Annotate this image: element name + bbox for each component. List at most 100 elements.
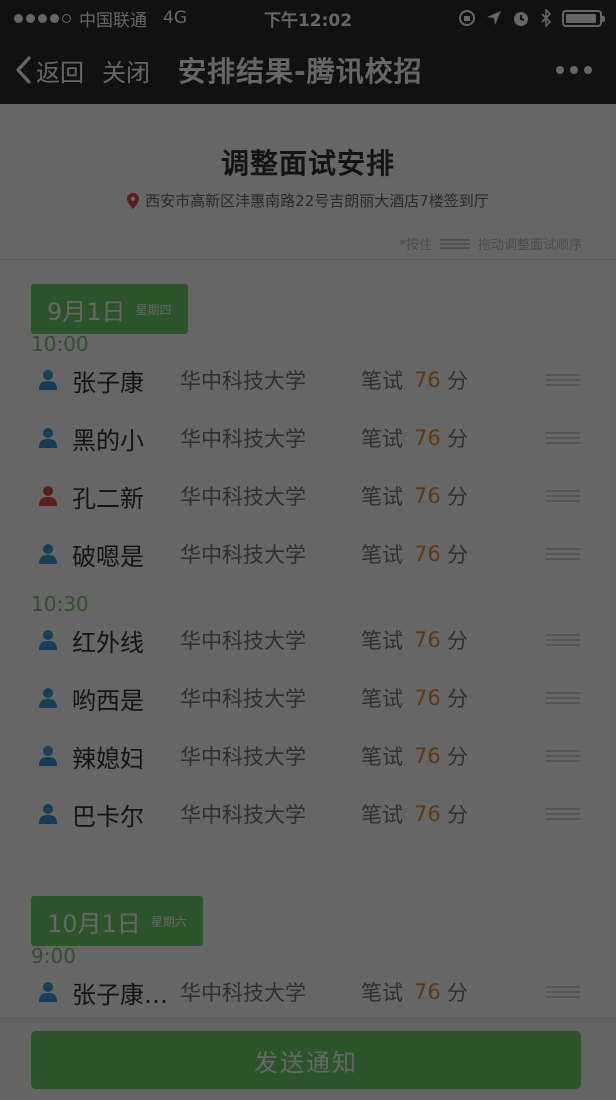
candidate-name: 张子康 bbox=[72, 368, 144, 397]
drag-handle-icon[interactable] bbox=[546, 692, 580, 704]
more-dot-icon bbox=[584, 66, 592, 74]
score-unit: 分 bbox=[447, 629, 468, 653]
more-options-button[interactable] bbox=[556, 66, 592, 74]
exam-label: 笔试 bbox=[361, 745, 403, 769]
close-button[interactable]: 关闭 bbox=[102, 53, 150, 88]
hint-prefix: *按住 bbox=[399, 238, 432, 253]
score-unit: 分 bbox=[447, 485, 468, 509]
drag-handle-icon[interactable] bbox=[546, 432, 580, 444]
more-dot-icon bbox=[556, 66, 564, 74]
person-icon bbox=[39, 630, 57, 650]
orientation-lock-icon bbox=[459, 10, 475, 26]
back-label: 返回 bbox=[36, 58, 84, 87]
drag-handle-icon[interactable] bbox=[546, 490, 580, 502]
carrier-label: 中国联通 bbox=[79, 10, 147, 31]
person-icon bbox=[39, 982, 57, 1002]
candidate-row[interactable]: 黑的小 华中科技大学 笔试 76 分 bbox=[0, 418, 616, 458]
status-right bbox=[458, 9, 605, 27]
back-button[interactable]: 返回 bbox=[14, 53, 84, 88]
drag-handle-icon[interactable] bbox=[546, 548, 580, 560]
network-label: 4G bbox=[163, 8, 187, 28]
exam-score: 76 bbox=[414, 744, 441, 768]
drag-handle-icon[interactable] bbox=[546, 634, 580, 646]
location-pin-icon bbox=[127, 192, 140, 209]
candidate-row[interactable]: 辣媳妇 华中科技大学 笔试 76 分 bbox=[0, 736, 616, 776]
time-slot-label: 10:30 bbox=[31, 592, 89, 616]
candidate-row[interactable]: 哟西是 华中科技大学 笔试 76 分 bbox=[0, 678, 616, 718]
candidate-row[interactable]: 张子康… 华中科技大学 笔试 76 分 bbox=[0, 972, 616, 1012]
weekday-label: 星期六 bbox=[150, 914, 187, 929]
status-bar: 中国联通 4G 下午12:02 bbox=[0, 0, 616, 36]
candidate-row[interactable]: 巴卡尔 华中科技大学 笔试 76 分 bbox=[0, 794, 616, 834]
footer-bar: 发送通知 bbox=[0, 1018, 616, 1100]
person-icon bbox=[39, 428, 57, 448]
candidate-school: 华中科技大学 bbox=[180, 427, 306, 451]
exam-label: 笔试 bbox=[361, 543, 403, 567]
hint-suffix: 拖动调整面试顺序 bbox=[477, 238, 582, 253]
alarm-icon bbox=[514, 12, 528, 26]
person-icon bbox=[39, 370, 57, 390]
candidate-row[interactable]: 张子康 华中科技大学 笔试 76 分 bbox=[0, 360, 616, 400]
drag-handle-icon[interactable] bbox=[546, 374, 580, 386]
person-icon bbox=[39, 688, 57, 708]
more-dot-icon bbox=[570, 66, 578, 74]
score-unit: 分 bbox=[447, 687, 468, 711]
signal-strength-icon bbox=[14, 13, 71, 23]
weekday-label: 星期四 bbox=[135, 302, 172, 317]
date-label: 10月1日 bbox=[47, 909, 141, 938]
score-unit: 分 bbox=[447, 745, 468, 769]
candidate-school: 华中科技大学 bbox=[180, 485, 306, 509]
candidate-school: 华中科技大学 bbox=[180, 369, 306, 393]
time-slot-label: 9:00 bbox=[31, 944, 76, 968]
exam-score: 76 bbox=[414, 484, 441, 508]
candidate-row[interactable]: 破嗯是 华中科技大学 笔试 76 分 bbox=[0, 534, 616, 574]
candidate-name: 破嗯是 bbox=[72, 542, 144, 571]
candidate-school: 华中科技大学 bbox=[180, 981, 306, 1005]
exam-score: 76 bbox=[414, 980, 441, 1004]
battery-icon bbox=[562, 9, 605, 27]
person-icon bbox=[39, 746, 57, 766]
navigation-bar: 返回 关闭 安排结果-腾讯校招 bbox=[0, 36, 616, 104]
exam-label: 笔试 bbox=[361, 803, 403, 827]
candidate-name: 红外线 bbox=[72, 628, 144, 657]
drag-handle-icon[interactable] bbox=[546, 750, 580, 762]
send-notification-button[interactable]: 发送通知 bbox=[31, 1031, 581, 1089]
exam-label: 笔试 bbox=[361, 427, 403, 451]
time-slot-label: 10:00 bbox=[31, 332, 89, 356]
page-title-bar: 安排结果-腾讯校招 bbox=[178, 55, 423, 88]
drag-handle-icon[interactable] bbox=[546, 808, 580, 820]
location-arrow-icon bbox=[487, 11, 501, 25]
status-left: 中国联通 4G bbox=[14, 6, 187, 31]
candidate-school: 华中科技大学 bbox=[180, 803, 306, 827]
header-divider bbox=[0, 259, 616, 260]
phone-screen: 中国联通 4G 下午12:02 返回 关闭 安排结果-腾讯校招 调整面试安排 西… bbox=[0, 0, 616, 1100]
candidate-school: 华中科技大学 bbox=[180, 543, 306, 567]
drag-handle-icon[interactable] bbox=[546, 986, 580, 998]
candidate-school: 华中科技大学 bbox=[180, 687, 306, 711]
candidate-name: 辣媳妇 bbox=[72, 744, 144, 773]
drag-hint: *按住 拖动调整面试顺序 bbox=[399, 234, 582, 253]
candidate-name: 巴卡尔 bbox=[72, 802, 144, 831]
exam-score: 76 bbox=[414, 542, 441, 566]
date-label: 9月1日 bbox=[47, 297, 126, 326]
exam-score: 76 bbox=[414, 368, 441, 392]
date-badge: 9月1日 星期四 bbox=[31, 284, 188, 334]
exam-label: 笔试 bbox=[361, 369, 403, 393]
exam-score: 76 bbox=[414, 628, 441, 652]
score-unit: 分 bbox=[447, 543, 468, 567]
person-icon bbox=[39, 804, 57, 824]
exam-label: 笔试 bbox=[361, 981, 403, 1005]
location-line: 西安市高新区沣惠南路22号吉朗丽大酒店7楼签到厅 bbox=[0, 190, 616, 211]
candidate-name: 黑的小 bbox=[72, 426, 144, 455]
person-icon bbox=[39, 486, 57, 506]
candidate-row[interactable]: 孔二新 华中科技大学 笔试 76 分 bbox=[0, 476, 616, 516]
candidate-row[interactable]: 红外线 华中科技大学 笔试 76 分 bbox=[0, 620, 616, 660]
candidate-school: 华中科技大学 bbox=[180, 745, 306, 769]
candidate-name: 张子康… bbox=[72, 980, 168, 1009]
exam-score: 76 bbox=[414, 686, 441, 710]
exam-label: 笔试 bbox=[361, 687, 403, 711]
candidate-name: 哟西是 bbox=[72, 686, 144, 715]
chevron-left-icon bbox=[16, 56, 31, 84]
exam-label: 笔试 bbox=[361, 485, 403, 509]
candidate-school: 华中科技大学 bbox=[180, 629, 306, 653]
